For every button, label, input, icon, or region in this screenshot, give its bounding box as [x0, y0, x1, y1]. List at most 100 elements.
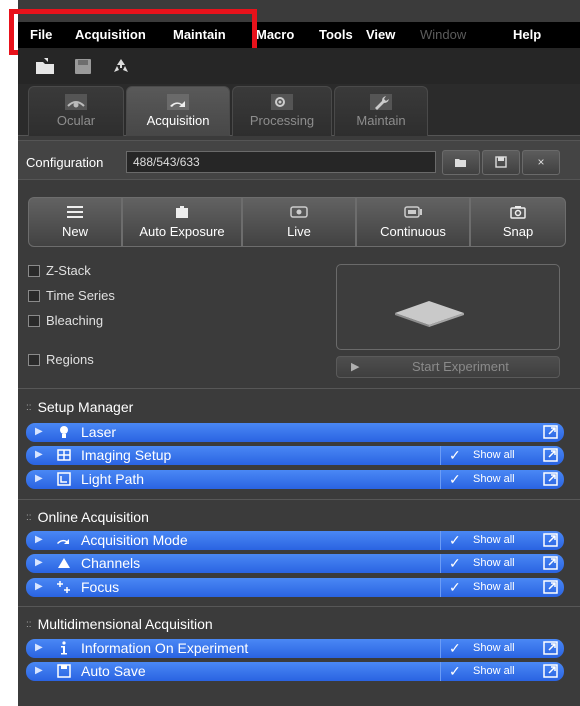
popout-icon[interactable] [543, 580, 558, 594]
focus-icon [57, 581, 70, 593]
processing-icon [271, 94, 293, 110]
menu-macro[interactable]: Macro [256, 27, 294, 42]
configuration-open-button[interactable] [442, 150, 480, 175]
tab-ocular[interactable]: Ocular [28, 86, 124, 136]
check-icon[interactable]: ✓ [449, 471, 461, 488]
divider [18, 388, 580, 389]
new-button[interactable]: New [28, 197, 122, 247]
expand-arrow-icon[interactable]: ▶ [35, 426, 43, 437]
acquisition-mode-label: Acquisition Mode [81, 532, 188, 548]
menu-acquisition[interactable]: Acquisition [75, 27, 146, 42]
popout-icon[interactable] [543, 556, 558, 570]
light-path-tool[interactable]: ▶ Light Path ✓ Show all [26, 470, 564, 489]
popout-icon[interactable] [543, 448, 558, 462]
check-icon[interactable]: ✓ [449, 532, 461, 549]
divider [18, 499, 580, 500]
expand-arrow-icon[interactable]: ▶ [35, 557, 43, 568]
new-label: New [61, 224, 88, 239]
auto-save-label: Auto Save [81, 663, 146, 679]
menu-file[interactable]: File [30, 27, 52, 42]
check-icon[interactable]: ✓ [449, 579, 461, 596]
info-icon [61, 641, 67, 655]
show-all-label[interactable]: Show all [473, 534, 515, 546]
regions-checkbox[interactable] [28, 354, 40, 366]
tab-maintain-label: Maintain [356, 113, 406, 128]
auto-exposure-button[interactable]: Auto Exposure [122, 197, 242, 247]
focus-tool[interactable]: ▶ Focus ✓ Show all [26, 578, 564, 597]
bleaching-label: Bleaching [46, 313, 104, 328]
popout-icon[interactable] [543, 425, 558, 439]
start-experiment-button[interactable]: ▶ Start Experiment [336, 356, 560, 378]
tab-acquisition[interactable]: Acquisition [126, 86, 230, 136]
show-all-label[interactable]: Show all [473, 581, 515, 593]
show-all-label[interactable]: Show all [473, 557, 515, 569]
popout-icon[interactable] [543, 641, 558, 655]
play-icon: ▶ [351, 361, 360, 373]
show-all-label[interactable]: Show all [473, 665, 515, 677]
eye-icon [65, 94, 87, 110]
light-path-icon [57, 472, 71, 486]
tab-acquisition-label: Acquisition [146, 113, 210, 128]
menu-view[interactable]: View [366, 27, 395, 42]
expand-arrow-icon[interactable]: ▶ [35, 642, 43, 653]
laser-tool[interactable]: ▶ Laser [26, 423, 564, 442]
expand-arrow-icon[interactable]: ▶ [35, 473, 43, 484]
configuration-save-button[interactable] [482, 150, 520, 175]
auto-exposure-label: Auto Exposure [139, 224, 225, 239]
imaging-setup-tool[interactable]: ▶ Imaging Setup ✓ Show all [26, 446, 564, 465]
show-all-label[interactable]: Show all [473, 449, 515, 461]
menu-help[interactable]: Help [513, 27, 541, 42]
z-stack-checkbox[interactable] [28, 265, 40, 277]
live-button[interactable]: Live [242, 197, 356, 247]
save-icon[interactable] [72, 56, 94, 76]
popout-icon[interactable] [543, 664, 558, 678]
information-on-experiment-tool[interactable]: ▶ Information On Experiment ✓ Show all [26, 639, 564, 658]
check-icon[interactable]: ✓ [449, 640, 461, 657]
tab-bar: Ocular Acquisition Processing Maintain [18, 84, 580, 136]
stack-preview-icon [395, 301, 464, 327]
channels-tool[interactable]: ▶ Channels ✓ Show all [26, 554, 564, 573]
tab-maintain[interactable]: Maintain [334, 86, 428, 136]
open-folder-icon[interactable] [34, 56, 56, 76]
configuration-field[interactable]: 488/543/633 [126, 151, 436, 173]
menu-tools[interactable]: Tools [319, 27, 353, 42]
acquisition-mode-tool[interactable]: ▶ Acquisition Mode ✓ Show all [26, 531, 564, 550]
bleaching-option[interactable]: Bleaching [28, 313, 103, 331]
regions-option[interactable]: Regions [28, 352, 94, 370]
expand-arrow-icon[interactable]: ▶ [35, 581, 43, 592]
popout-icon[interactable] [543, 472, 558, 486]
expand-arrow-icon[interactable]: ▶ [35, 534, 43, 545]
setup-manager-title: :: Setup Manager [26, 399, 133, 415]
configuration-delete-button[interactable]: × [522, 150, 560, 175]
start-experiment-label: Start Experiment [412, 359, 509, 374]
light-path-label: Light Path [81, 471, 145, 487]
check-icon[interactable]: ✓ [449, 555, 461, 572]
check-icon[interactable]: ✓ [449, 663, 461, 680]
expand-arrow-icon[interactable]: ▶ [35, 665, 43, 676]
imaging-setup-label: Imaging Setup [81, 447, 172, 463]
menu-maintain[interactable]: Maintain [173, 27, 226, 42]
setup-manager-label: Setup Manager [37, 399, 134, 415]
show-all-label[interactable]: Show all [473, 473, 515, 485]
snap-button[interactable]: Snap [470, 197, 566, 247]
online-acquisition-label: Online Acquisition [37, 509, 149, 525]
z-stack-option[interactable]: Z-Stack [28, 263, 91, 281]
save-icon [57, 664, 71, 678]
expand-arrow-icon[interactable]: ▶ [35, 449, 43, 460]
camera-icon [176, 206, 188, 218]
check-icon[interactable]: ✓ [449, 447, 461, 464]
show-all-label[interactable]: Show all [473, 642, 515, 654]
tab-processing[interactable]: Processing [232, 86, 332, 136]
popout-icon[interactable] [543, 533, 558, 547]
recycle-icon[interactable] [110, 56, 132, 76]
menu-window: Window [420, 27, 467, 42]
new-lines-icon [67, 206, 83, 218]
bleaching-checkbox[interactable] [28, 315, 40, 327]
configuration-row: Configuration 488/543/633 × [18, 140, 580, 180]
time-series-checkbox[interactable] [28, 290, 40, 302]
time-series-option[interactable]: Time Series [28, 288, 115, 306]
continuous-label: Continuous [380, 224, 446, 239]
snap-camera-icon [510, 206, 526, 219]
auto-save-tool[interactable]: ▶ Auto Save ✓ Show all [26, 662, 564, 681]
continuous-button[interactable]: Continuous [356, 197, 470, 247]
